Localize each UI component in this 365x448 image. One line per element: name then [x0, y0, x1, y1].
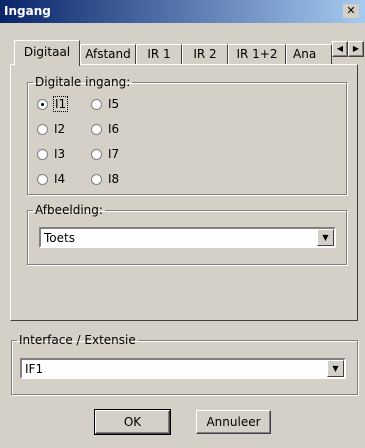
- radio-label: I7: [108, 147, 120, 161]
- radio-i3[interactable]: I3: [37, 147, 65, 161]
- tab-afstand[interactable]: Afstand: [80, 44, 136, 65]
- radio-circle: [37, 173, 48, 185]
- arrow-right-icon: ▶: [352, 44, 360, 53]
- radio-i8[interactable]: I8: [91, 172, 119, 186]
- tab-label: IR 1: [147, 47, 171, 61]
- ok-button[interactable]: OK: [94, 409, 171, 435]
- title-bar: Ingang ✕: [0, 0, 365, 23]
- radio-label: I3: [54, 147, 66, 161]
- radio-label: I1: [52, 96, 69, 112]
- close-button[interactable]: ✕: [343, 4, 359, 18]
- tab-ir1[interactable]: IR 1: [136, 44, 182, 65]
- tab-label: IR 2: [193, 47, 217, 61]
- radio-circle: [91, 148, 102, 160]
- radio-i4[interactable]: I4: [37, 172, 65, 186]
- chevron-down-icon: ▼: [322, 233, 329, 242]
- radio-label: I2: [54, 122, 66, 136]
- interface-legend: Interface / Extensie: [19, 333, 136, 347]
- tab-label: IR 1+2: [236, 47, 278, 61]
- tab-ana[interactable]: Ana: [286, 44, 332, 65]
- tab-digitaal[interactable]: Digitaal: [14, 40, 80, 66]
- radio-circle: [91, 123, 102, 135]
- radio-i6[interactable]: I6: [91, 122, 119, 136]
- radio-circle: [37, 98, 48, 110]
- image-legend: Afbeelding:: [35, 203, 103, 217]
- radio-circle: [37, 148, 48, 160]
- radio-i7[interactable]: I7: [91, 147, 119, 161]
- radio-label: I6: [108, 122, 120, 136]
- interface-select[interactable]: IF1 ▼: [20, 358, 346, 379]
- interface-select-dropdown-button[interactable]: ▼: [327, 360, 344, 377]
- radio-i2[interactable]: I2: [37, 122, 65, 136]
- image-select-value: Toets: [44, 231, 75, 245]
- tab-scroll-left-button[interactable]: ◀: [332, 41, 348, 57]
- tab-ir2[interactable]: IR 2: [182, 44, 228, 65]
- close-icon: ✕: [346, 4, 356, 17]
- radio-label: I8: [108, 172, 120, 186]
- tab-scroll-right-button[interactable]: ▶: [348, 41, 364, 57]
- radio-circle: [91, 173, 102, 185]
- digital-input-legend: Digitale ingang:: [35, 75, 131, 89]
- radio-label: I4: [54, 172, 66, 186]
- digital-input-group: Digitale ingang:: [27, 75, 347, 195]
- tab-label: Digitaal: [23, 45, 71, 59]
- chevron-down-icon: ▼: [332, 364, 339, 373]
- radio-circle: [91, 98, 102, 110]
- radio-i5[interactable]: I5: [91, 97, 119, 111]
- image-select-dropdown-button[interactable]: ▼: [317, 229, 334, 246]
- tab-panel: Digitale ingang: I1 I2 I3 I4 I5 I6 I7 I8…: [10, 64, 358, 321]
- arrow-left-icon: ◀: [336, 44, 344, 53]
- radio-circle: [37, 123, 48, 135]
- tab-label: Ana: [293, 47, 317, 61]
- tab-scroll: ◀ ▶: [332, 41, 364, 57]
- interface-select-value: IF1: [25, 362, 44, 376]
- image-select[interactable]: Toets ▼: [39, 227, 336, 248]
- window-title: Ingang: [4, 4, 51, 18]
- tab-label: Afstand: [85, 47, 131, 61]
- radio-i1[interactable]: I1: [37, 96, 69, 112]
- cancel-button[interactable]: Annuleer: [196, 410, 271, 434]
- radio-label: I5: [108, 97, 120, 111]
- tab-ir12[interactable]: IR 1+2: [228, 44, 286, 65]
